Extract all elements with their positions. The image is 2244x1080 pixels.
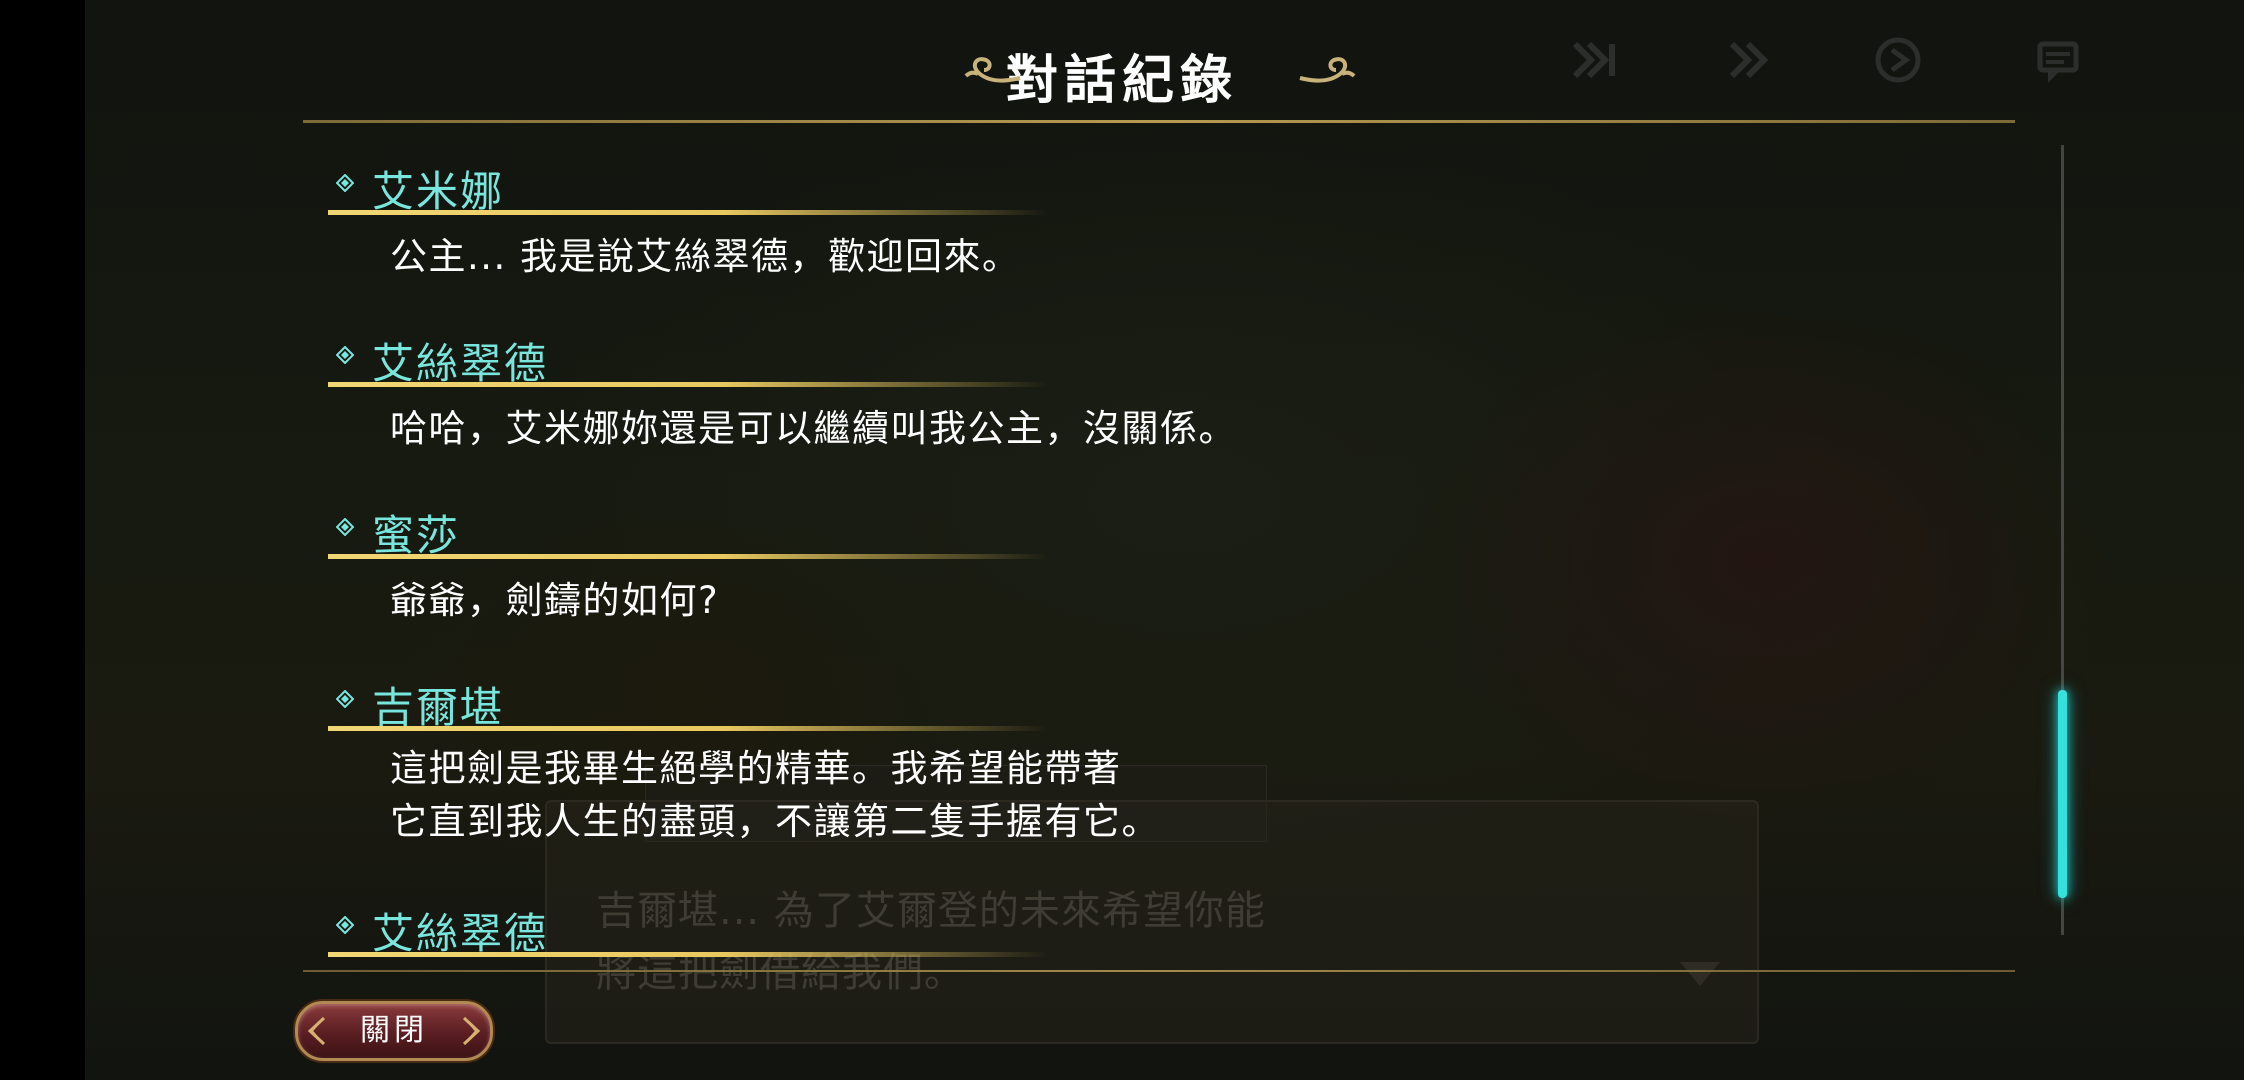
title-ornament-right-icon [1296, 52, 1360, 88]
speaker-underline [328, 382, 1048, 387]
speaker-underline [328, 726, 1048, 731]
dialogue-line: 這把劍是我畢生絕學的精華。我希望能帶著 [390, 747, 1122, 790]
log-scrollbar-thumb[interactable] [2058, 690, 2067, 898]
button-ornament-right-icon [462, 1016, 481, 1046]
dialogue-log-list[interactable]: 艾米娜 公主... 我是說艾絲翠德，歡迎回來。 艾絲翠德 哈哈，艾米娜妳還是可以… [328, 150, 2028, 968]
speaker-underline [328, 952, 1048, 957]
diamond-bullet-icon [336, 916, 354, 934]
log-entry: 吉爾堪 這把劍是我畢生絕學的精華。我希望能帶著 它直到我人生的盡頭，不讓第二隻手… [328, 666, 1928, 848]
log-entry: 蜜莎 爺爺，劍鑄的如何? [328, 494, 1928, 627]
log-entry: 艾米娜 公主... 我是說艾絲翠德，歡迎回來。 [328, 150, 1928, 283]
diamond-bullet-icon [336, 518, 354, 536]
diamond-bullet-icon [336, 346, 354, 364]
title-ornament-left-icon [960, 52, 1024, 88]
header-divider [303, 120, 2015, 123]
button-ornament-left-icon [307, 1016, 326, 1046]
close-button-label: 關閉 [360, 1013, 428, 1048]
footer-divider [303, 970, 2015, 972]
log-entry: 艾絲翠德 哈哈，艾米娜妳還是可以繼續叫我公主，沒關係。 [328, 322, 1928, 455]
diamond-bullet-icon [336, 174, 354, 192]
page-title: 對話紀錄 [1005, 51, 1238, 111]
dialogue-line: 公主... 我是說艾絲翠德，歡迎回來。 [390, 235, 1021, 278]
speaker-underline [328, 554, 1048, 559]
log-header: 對話紀錄 [0, 38, 2244, 113]
dialogue-line: 它直到我人生的盡頭，不讓第二隻手握有它。 [390, 800, 1160, 843]
log-entry: 艾絲翠德 [328, 892, 1928, 958]
dialogue-line: 爺爺，劍鑄的如何? [390, 579, 720, 622]
diamond-bullet-icon [336, 690, 354, 708]
dialogue-line: 哈哈，艾米娜妳還是可以繼續叫我公主，沒關係。 [390, 407, 1237, 450]
close-button[interactable]: 關閉 [295, 1001, 493, 1061]
speaker-underline [328, 210, 1048, 215]
